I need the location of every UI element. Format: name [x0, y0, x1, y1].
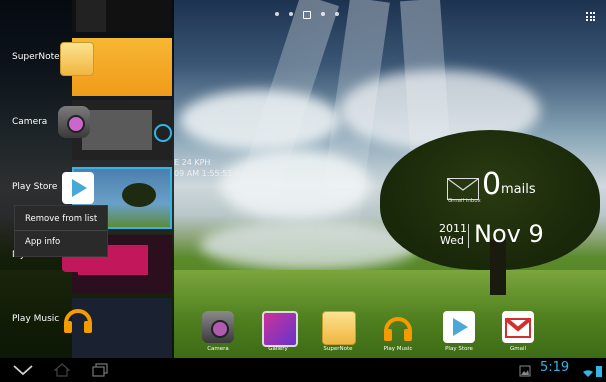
- tree-trunk: [490, 240, 506, 295]
- all-apps-icon[interactable]: [586, 12, 596, 22]
- dock-label: Gallery: [268, 346, 288, 352]
- battery-icon: [596, 362, 602, 381]
- home-page-dot[interactable]: [303, 11, 311, 19]
- home-icon[interactable]: [53, 362, 71, 381]
- dock-label: SuperNote: [323, 346, 353, 352]
- system-bar: [0, 358, 606, 380]
- page-dot[interactable]: [289, 12, 293, 16]
- mail-sublabel: Gmail inbox: [448, 198, 481, 204]
- date-label: Nov 9: [474, 220, 544, 248]
- speed-readout: E 24 KPH: [174, 158, 211, 167]
- context-menu: Remove from list App info: [14, 205, 108, 257]
- headphones-icon: [62, 303, 94, 335]
- supernote-icon: [60, 42, 94, 76]
- recent-app-label[interactable]: Play Music: [12, 314, 59, 324]
- chevron-down-icon[interactable]: [12, 362, 34, 381]
- page-dot[interactable]: [275, 12, 279, 16]
- cloud: [220, 150, 370, 220]
- gallery-icon[interactable]: [262, 311, 298, 347]
- page-dot[interactable]: [335, 12, 339, 16]
- gallery-notification-icon[interactable]: [519, 362, 531, 381]
- recent-thumbnail[interactable]: [72, 0, 172, 32]
- mail-count: 0: [482, 167, 502, 202]
- recent-apps-icon[interactable]: [92, 362, 108, 381]
- dock-label: Play Music: [383, 346, 413, 352]
- mail-icon[interactable]: [447, 178, 479, 200]
- camera-icon: [58, 106, 90, 138]
- status-clock[interactable]: 5:19: [540, 360, 569, 375]
- supernote-icon[interactable]: [322, 311, 356, 345]
- camera-icon[interactable]: [202, 311, 234, 343]
- recent-app-label[interactable]: Play Store: [12, 182, 57, 192]
- dock-label: Camera: [207, 346, 229, 352]
- headphones-icon[interactable]: [382, 311, 414, 343]
- dock-label: Play Store: [445, 346, 473, 352]
- time-readout: 09 AM 1:55:51: [174, 169, 233, 178]
- gmail-icon[interactable]: [502, 311, 534, 343]
- cloud: [180, 90, 340, 150]
- wifi-icon: [582, 363, 594, 382]
- dock-label: Gmail: [509, 346, 527, 352]
- recent-app-label[interactable]: SuperNote: [12, 52, 60, 62]
- date-divider: [468, 224, 469, 248]
- weekday-label: Wed: [440, 234, 464, 247]
- play-store-icon[interactable]: [443, 311, 475, 343]
- page-dot[interactable]: [321, 12, 325, 16]
- app-info-menu-item[interactable]: App info: [25, 237, 60, 247]
- mail-label: mails: [501, 182, 536, 197]
- play-store-icon: [62, 172, 94, 204]
- recent-app-label[interactable]: Camera: [12, 117, 47, 127]
- remove-from-list-menu-item[interactable]: Remove from list: [25, 214, 97, 224]
